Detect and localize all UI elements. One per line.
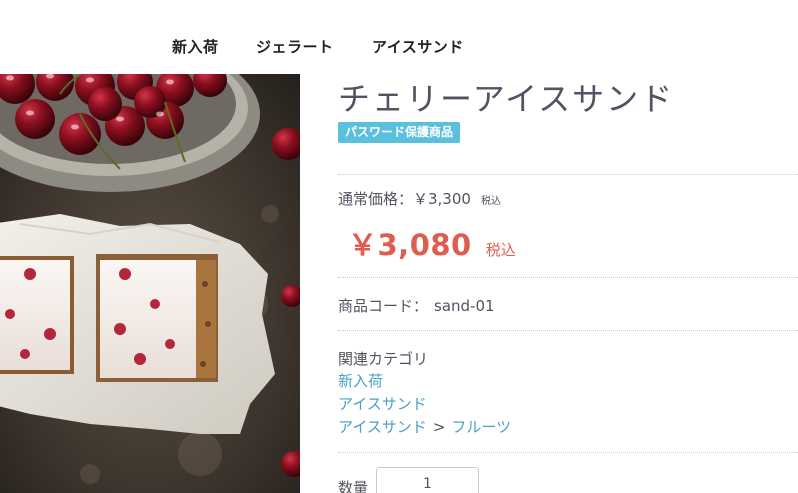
sale-price-tax: 税込 — [485, 241, 516, 259]
category-breadcrumb-fruit: アイスサンド > フルーツ — [338, 416, 511, 437]
nav-item-new-arrivals[interactable]: 新入荷 — [172, 36, 219, 57]
normal-price-label: 通常価格：￥3,300 — [338, 190, 471, 208]
global-nav: 新入荷 ジェラート アイスサンド — [0, 0, 798, 74]
divider — [338, 277, 798, 278]
cherry-ice-sandwich-photo-icon — [0, 74, 300, 493]
product-code: 商品コード： sand-01 — [338, 295, 495, 316]
sale-price: ￥3,080 税込 — [348, 222, 516, 264]
password-protected-badge: パスワード保護商品 — [338, 122, 461, 143]
category-separator: > — [432, 418, 446, 436]
divider — [338, 452, 798, 453]
category-link-new[interactable]: 新入荷 — [338, 370, 383, 391]
related-categories-heading: 関連カテゴリ — [338, 350, 429, 368]
nav-item-ice-sandwich[interactable]: アイスサンド — [372, 36, 464, 57]
product-title: チェリーアイスサンド — [338, 80, 675, 118]
category-link-fruit[interactable]: フルーツ — [451, 418, 511, 436]
sale-price-amount: ￥3,080 — [348, 228, 472, 262]
product-image[interactable] — [0, 74, 300, 493]
divider — [338, 330, 798, 331]
normal-price-tax: 税込 — [480, 196, 501, 207]
nav-item-gelato[interactable]: ジェラート — [256, 36, 334, 57]
quantity-label: 数量 — [338, 479, 369, 493]
product-detail-page: 新入荷 ジェラート アイスサンド チェリーアイスサンド パスワード保護商品 通常… — [0, 0, 798, 493]
product-code-label: 商品コード： — [338, 297, 429, 315]
normal-price: 通常価格：￥3,300 税込 — [338, 188, 501, 209]
product-code-value: sand-01 — [434, 297, 495, 315]
category-link-ice-sandwich[interactable]: アイスサンド — [338, 393, 427, 414]
category-link-ice-sandwich-parent[interactable]: アイスサンド — [338, 418, 427, 436]
divider — [338, 174, 798, 175]
quantity-input[interactable]: 1 — [376, 467, 479, 493]
